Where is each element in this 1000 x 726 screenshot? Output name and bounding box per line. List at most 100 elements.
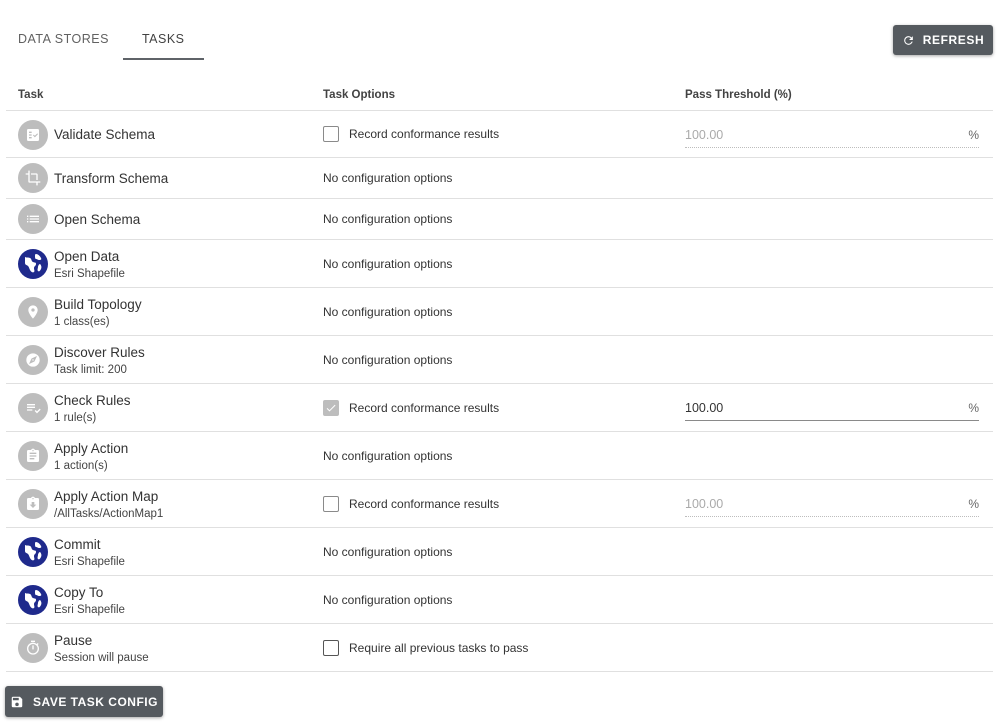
task-name: Copy To <box>54 585 104 600</box>
task-names: Commit Esri Shapefile <box>54 536 125 570</box>
task-option: Record conformance results <box>323 400 499 416</box>
save-icon <box>11 696 23 707</box>
task-name: Transform Schema <box>54 171 169 186</box>
option-label: No configuration options <box>323 353 453 367</box>
table-row: Commit Esri Shapefile No configuration o… <box>6 528 993 576</box>
pass-threshold-input[interactable]: 100.00 % <box>685 122 979 148</box>
record-conformance-checkbox[interactable] <box>323 496 339 512</box>
task-name: Commit <box>54 537 101 552</box>
header-task-options: Task Options <box>323 89 395 101</box>
table-row: Open Data Esri Shapefile No configuratio… <box>6 240 993 288</box>
task-name: Check Rules <box>54 393 131 408</box>
refresh-button[interactable]: REFRESH <box>893 25 993 55</box>
task-option: No configuration options <box>323 212 452 226</box>
task-subtitle: 1 action(s) <box>54 460 108 472</box>
refresh-icon <box>903 35 913 45</box>
task-option: No configuration options <box>323 449 452 463</box>
option-label: No configuration options <box>323 545 453 559</box>
task-subtitle: Esri Shapefile <box>54 268 125 280</box>
task-option: No configuration options <box>323 257 452 271</box>
record-conformance-checkbox[interactable] <box>323 126 339 142</box>
task-option: Require all previous tasks to pass <box>323 640 528 656</box>
task-option: Record conformance results <box>323 496 499 512</box>
globe-icon <box>18 249 48 279</box>
task-names: Check Rules 1 rule(s) <box>54 392 131 426</box>
task-subtitle: /AllTasks/ActionMap1 <box>54 508 164 520</box>
pass-threshold-input[interactable]: 100.00 % <box>685 395 979 421</box>
save-label: SAVE TASK CONFIG <box>33 694 158 709</box>
option-label: No configuration options <box>323 593 453 607</box>
option-label: No configuration options <box>323 212 453 226</box>
task-name: Apply Action <box>54 441 129 456</box>
task-table: Task Task Options Pass Threshold (%) Val… <box>6 80 993 672</box>
task-option: No configuration options <box>323 353 452 367</box>
header-pass-threshold: Pass Threshold (%) <box>685 89 792 101</box>
task-name: Validate Schema <box>54 127 156 142</box>
table-row: Validate Schema Record conformance resul… <box>6 111 993 158</box>
task-subtitle: 1 class(es) <box>54 316 110 328</box>
table-row: Apply Action Map /AllTasks/ActionMap1 Re… <box>6 480 993 528</box>
task-option: No configuration options <box>323 593 452 607</box>
table-row: Check Rules 1 rule(s) Record conformance… <box>6 384 993 432</box>
option-label: Require all previous tasks to pass <box>349 641 529 655</box>
table-row: Copy To Esri Shapefile No configuration … <box>6 576 993 624</box>
task-names: Open Schema <box>54 211 140 228</box>
tab-data-stores[interactable]: DATA STORES <box>0 18 123 60</box>
table-row: Discover Rules Task limit: 200 No config… <box>6 336 993 384</box>
pin-icon <box>18 297 48 327</box>
option-label: No configuration options <box>323 171 453 185</box>
option-label: Record conformance results <box>349 497 500 511</box>
tab-bar: DATA STORES TASKS <box>0 18 204 60</box>
clipboard-icon <box>18 441 48 471</box>
table-row: Transform Schema No configuration option… <box>6 158 993 199</box>
option-label: No configuration options <box>323 257 453 271</box>
globe-icon <box>18 585 48 615</box>
task-names: Validate Schema <box>54 126 155 143</box>
task-names: Copy To Esri Shapefile <box>54 584 125 618</box>
threshold-value: 100.00 <box>685 127 724 142</box>
task-name: Pause <box>54 633 93 648</box>
percent-unit: % <box>968 496 979 511</box>
task-option: No configuration options <box>323 171 452 185</box>
task-subtitle: Esri Shapefile <box>54 556 125 568</box>
option-label: No configuration options <box>323 305 453 319</box>
list-icon <box>18 204 48 234</box>
task-names: Transform Schema <box>54 170 168 187</box>
validate-schema-icon <box>18 120 48 150</box>
tab-tasks[interactable]: TASKS <box>122 18 204 60</box>
refresh-label: REFRESH <box>922 33 985 47</box>
table-row: Build Topology 1 class(es) No configurat… <box>6 288 993 336</box>
task-option: No configuration options <box>323 305 452 319</box>
pass-threshold-input[interactable]: 100.00 % <box>685 491 979 517</box>
task-subtitle: Task limit: 200 <box>54 364 127 376</box>
record-conformance-checkbox[interactable] <box>323 400 339 416</box>
task-name: Open Schema <box>54 212 141 227</box>
threshold-value: 100.00 <box>685 400 724 415</box>
task-name: Build Topology <box>54 297 142 312</box>
save-task-config-button[interactable]: SAVE TASK CONFIG <box>5 686 163 717</box>
task-option: Record conformance results <box>323 126 499 142</box>
task-names: Open Data Esri Shapefile <box>54 248 125 282</box>
clipboard-download-icon <box>18 489 48 519</box>
timer-icon <box>18 633 48 663</box>
checkmark-icon <box>326 404 336 412</box>
header-task: Task <box>18 89 44 101</box>
table-header: Task Task Options Pass Threshold (%) <box>6 80 993 111</box>
task-option: No configuration options <box>323 545 452 559</box>
task-name: Discover Rules <box>54 345 145 360</box>
task-names: Discover Rules Task limit: 200 <box>54 344 145 378</box>
threshold-value: 100.00 <box>685 496 724 511</box>
table-row: Pause Session will pause Require all pre… <box>6 624 993 672</box>
task-subtitle: Session will pause <box>54 652 149 664</box>
require-previous-tasks-checkbox[interactable] <box>323 640 339 656</box>
option-label: No configuration options <box>323 449 453 463</box>
checklist-icon <box>18 393 48 423</box>
task-subtitle: 1 rule(s) <box>54 412 97 424</box>
task-names: Build Topology 1 class(es) <box>54 296 142 330</box>
option-label: Record conformance results <box>349 401 500 415</box>
table-row: Open Schema No configuration options <box>6 199 993 240</box>
crop-icon <box>18 163 48 193</box>
percent-unit: % <box>968 127 979 142</box>
task-subtitle: Esri Shapefile <box>54 604 125 616</box>
option-label: Record conformance results <box>349 127 500 141</box>
